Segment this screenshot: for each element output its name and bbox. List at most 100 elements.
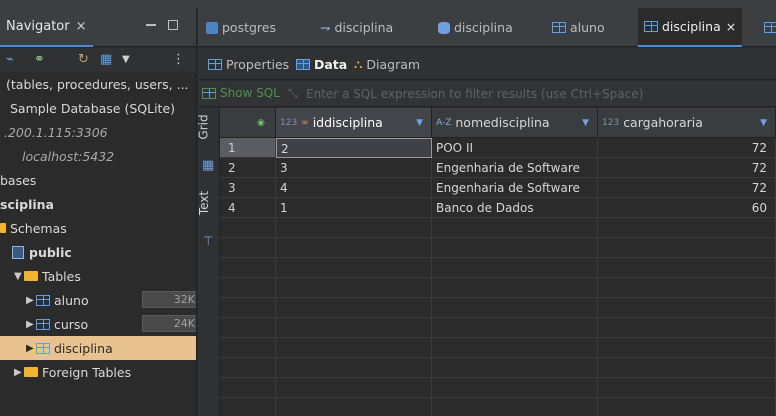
- row-number[interactable]: 4: [220, 198, 276, 218]
- expanded-arrow-icon[interactable]: ▼: [14, 271, 24, 282]
- cell-nomedisciplina[interactable]: Engenharia de Software: [432, 178, 598, 198]
- tree-item-mysql-connection[interactable]: .200.1.115:3306: [0, 120, 196, 144]
- cell-iddisciplina[interactable]: 2: [276, 138, 432, 158]
- cell-cargahoraria[interactable]: 72: [598, 158, 776, 178]
- tab-label: aluno: [570, 20, 605, 35]
- minimize-icon[interactable]: [146, 20, 156, 26]
- table-row[interactable]: 2 3 Engenharia de Software 72: [220, 158, 776, 178]
- collapsed-arrow-icon[interactable]: ▶: [26, 295, 36, 306]
- empty-row: [220, 398, 776, 416]
- cell-iddisciplina[interactable]: 3: [276, 158, 432, 178]
- tree-item-foreign-tables[interactable]: ▶ Foreign Tables: [0, 360, 196, 384]
- maximize-icon[interactable]: [168, 20, 178, 30]
- tab-label: Data: [314, 56, 348, 72]
- tab-disciplina-database[interactable]: disciplina: [438, 8, 513, 47]
- sort-arrow-icon[interactable]: ▼: [760, 118, 767, 128]
- column-header-nomedisciplina[interactable]: A-Z nomedisciplina ▼: [432, 108, 598, 138]
- cell-cargahoraria[interactable]: 72: [598, 178, 776, 198]
- tree-item-database-disciplina[interactable]: sciplina: [0, 192, 196, 216]
- cell-iddisciplina[interactable]: 4: [276, 178, 432, 198]
- row-status-icon: ◉: [257, 117, 265, 128]
- tab-overflow[interactable]: [764, 8, 776, 47]
- sql-icon: [202, 87, 216, 99]
- tree-item-schema-public[interactable]: public: [0, 240, 196, 264]
- tab-properties[interactable]: Properties: [208, 48, 289, 80]
- tree-item-label: sciplina: [0, 196, 54, 212]
- tab-aluno[interactable]: aluno: [552, 8, 605, 47]
- row-number[interactable]: 1: [220, 138, 276, 158]
- row-number[interactable]: 2: [220, 158, 276, 178]
- column-header-iddisciplina[interactable]: 123 ∞ iddisciplina ▼: [276, 108, 432, 138]
- tree-item-localhost[interactable]: localhost:5432: [0, 144, 196, 168]
- chevron-down-icon[interactable]: ▼: [122, 52, 130, 68]
- editor-tabbar: postgres ⇁ disciplina disciplina aluno d…: [198, 8, 776, 47]
- show-sql-button[interactable]: Show SQL: [202, 86, 280, 100]
- tree-item-label: Schemas: [10, 220, 67, 236]
- empty-row: [220, 318, 776, 338]
- folder-icon: [24, 271, 38, 281]
- cell-nomedisciplina[interactable]: Engenharia de Software: [432, 158, 598, 178]
- empty-row: [220, 378, 776, 398]
- tree-item-label: (tables, procedures, users, ...: [6, 76, 189, 92]
- table-row[interactable]: 3 4 Engenharia de Software 72: [220, 178, 776, 198]
- tree-item-label: Tables: [42, 268, 81, 284]
- text-icon[interactable]: ⊤: [203, 234, 213, 248]
- cell-cargahoraria[interactable]: 72: [598, 138, 776, 158]
- tree-item-label: disciplina: [54, 340, 113, 356]
- more-menu-icon[interactable]: ⋮: [172, 52, 185, 68]
- navigator-tab[interactable]: Navigator ×: [0, 8, 93, 47]
- tree-item-table-aluno[interactable]: ▶ aluno 32K: [0, 288, 196, 312]
- sort-arrow-icon[interactable]: ▼: [582, 118, 589, 128]
- editor-panel: postgres ⇁ disciplina disciplina aluno d…: [197, 8, 776, 416]
- empty-row: [220, 258, 776, 278]
- grid-corner-header[interactable]: ◉: [220, 108, 276, 138]
- close-icon[interactable]: ×: [76, 19, 87, 34]
- tab-postgres[interactable]: postgres: [206, 8, 276, 47]
- collapsed-arrow-icon[interactable]: ▶: [26, 343, 36, 354]
- navigator-toolbar: ⌁ ⚭ ↻ ▦ ▼ ⋮: [0, 48, 196, 72]
- column-name: cargahoraria: [623, 115, 703, 130]
- link-icon[interactable]: ⚭: [34, 52, 45, 68]
- tree-item-databases[interactable]: bases: [0, 168, 196, 192]
- tree-item-schemas[interactable]: Schemas: [0, 216, 196, 240]
- tree-item-table-curso[interactable]: ▶ curso 24K: [0, 312, 196, 336]
- row-number[interactable]: 3: [220, 178, 276, 198]
- cell-nomedisciplina[interactable]: Banco de Dados: [432, 198, 598, 218]
- postgres-icon: [206, 21, 218, 34]
- collapsed-arrow-icon[interactable]: ▶: [26, 319, 36, 330]
- text-mode-tab[interactable]: Text: [197, 191, 211, 215]
- refresh-icon[interactable]: ↻: [78, 52, 89, 68]
- tree-item-tables[interactable]: ▼ Tables: [0, 264, 196, 288]
- table-icon: [36, 294, 50, 306]
- tree-item-table-disciplina[interactable]: ▶ disciplina: [0, 336, 196, 360]
- navigator-tab-label: Navigator: [6, 19, 70, 34]
- tab-disciplina-table[interactable]: disciplina ×: [638, 8, 743, 47]
- tab-data[interactable]: Data: [296, 48, 347, 80]
- empty-row: [220, 298, 776, 318]
- filter-input[interactable]: Enter a SQL expression to filter results…: [306, 87, 643, 101]
- table-size-badge: 32K: [142, 291, 196, 308]
- collapsed-arrow-icon[interactable]: ▶: [14, 367, 24, 378]
- close-icon[interactable]: ×: [726, 19, 736, 34]
- tab-diagram[interactable]: ⛬ Diagram: [354, 48, 420, 80]
- connect-icon[interactable]: ⌁: [6, 52, 14, 68]
- table-row[interactable]: 4 1 Banco de Dados 60: [220, 198, 776, 218]
- column-header-cargahoraria[interactable]: 123 cargahoraria ▼: [598, 108, 776, 138]
- table-row[interactable]: 1 2 POO II 72: [220, 138, 776, 158]
- show-sql-label: Show SQL: [220, 86, 280, 100]
- tab-disciplina-view[interactable]: ⇁ disciplina: [320, 8, 393, 47]
- empty-row: [220, 238, 776, 258]
- empty-row: [220, 358, 776, 378]
- properties-icon: [208, 58, 222, 70]
- cell-cargahoraria[interactable]: 60: [598, 198, 776, 218]
- tree-item-filter[interactable]: (tables, procedures, users, ...: [0, 72, 196, 96]
- cell-iddisciplina[interactable]: 1: [276, 198, 432, 218]
- filter-history-icon[interactable]: ⤡: [288, 86, 298, 101]
- tree-item-sqlite[interactable]: Sample Database (SQLite): [0, 96, 196, 120]
- cell-nomedisciplina[interactable]: POO II: [432, 138, 598, 158]
- sort-arrow-icon[interactable]: ▼: [416, 118, 423, 128]
- grid-icon[interactable]: ▦: [202, 158, 214, 173]
- grid-mode-tab[interactable]: Grid: [197, 114, 211, 139]
- new-table-icon[interactable]: ▦: [100, 52, 112, 68]
- table-icon: [36, 342, 50, 354]
